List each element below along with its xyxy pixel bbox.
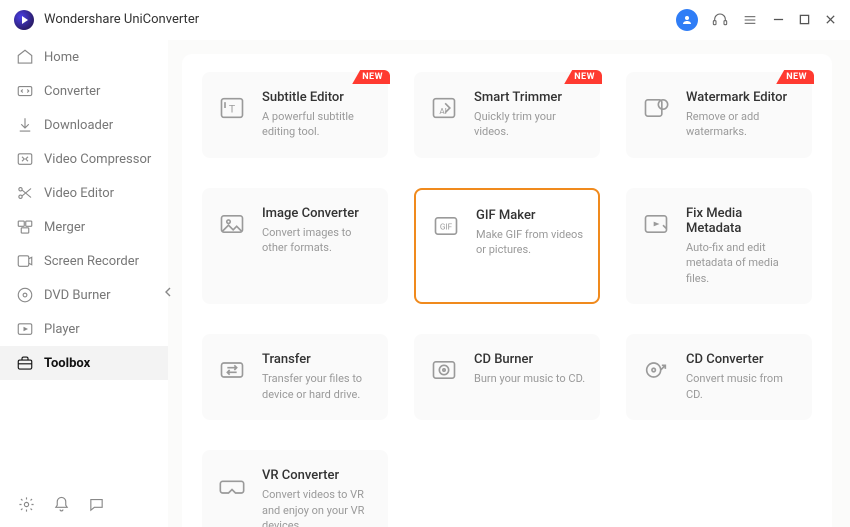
disc-icon [16,286,34,304]
trimmer-icon: AI [428,92,460,124]
sidebar-item-label: Toolbox [44,356,90,371]
toolbox-card-transfer[interactable]: Transfer Transfer your files to device o… [202,334,388,420]
sidebar-collapse-handle[interactable] [162,280,174,304]
card-desc: Quickly trim your videos. [474,109,586,140]
card-desc: Transfer your files to device or hard dr… [262,371,374,402]
sidebar-item-label: Screen Recorder [44,254,139,269]
player-icon [16,320,34,338]
titlebar: Wondershare UniConverter [0,0,850,40]
sidebar-item-converter[interactable]: Converter [0,74,168,108]
toolbox-panel: NEW T Subtitle Editor A powerful subtitl… [182,54,832,527]
sidebar-item-merger[interactable]: Merger [0,210,168,244]
maximize-button[interactable] [798,14,810,26]
sidebar-item-label: Merger [44,220,85,235]
toolbox-card-subtitle-editor[interactable]: NEW T Subtitle Editor A powerful subtitl… [202,72,388,158]
image-icon [216,208,248,240]
card-desc: Convert music from CD. [686,371,798,402]
card-desc: Make GIF from videos or pictures. [476,227,584,258]
app-title: Wondershare UniConverter [44,12,199,27]
sidebar-item-toolbox[interactable]: Toolbox [0,346,168,380]
cdconverter-icon [640,354,672,386]
vr-icon [216,470,248,502]
toolbox-card-gif-maker[interactable]: GIF GIF Maker Make GIF from videos or pi… [414,188,600,304]
toolbox-card-cd-converter[interactable]: CD Converter Convert music from CD. [626,334,812,420]
sidebar-item-player[interactable]: Player [0,312,168,346]
svg-text:GIF: GIF [440,222,453,232]
card-title: GIF Maker [476,208,584,223]
card-title: Transfer [262,352,374,367]
card-desc: Convert images to other formats. [262,225,374,256]
card-desc: A powerful subtitle editing tool. [262,109,374,140]
sidebar-item-label: Player [44,322,80,337]
toolbox-card-vr-converter[interactable]: VR Converter Convert videos to VR and en… [202,450,388,527]
settings-icon[interactable] [18,496,35,513]
watermark-icon [640,92,672,124]
toolbox-card-watermark-editor[interactable]: NEW Watermark Editor Remove or add water… [626,72,812,158]
sidebar-item-home[interactable]: Home [0,40,168,74]
sidebar-item-label: Converter [44,84,100,99]
app-logo-icon [14,10,34,30]
subtitle-icon: T [216,92,248,124]
sidebar-item-label: Home [44,50,79,65]
svg-text:AI: AI [439,106,447,116]
card-title: CD Burner [474,352,586,367]
card-title: Watermark Editor [686,90,798,105]
card-title: Smart Trimmer [474,90,586,105]
merger-icon [16,218,34,236]
sidebar: Home Converter Downloader Video Compressor V… [0,40,168,527]
cdburner-icon [428,354,460,386]
sidebar-footer [0,482,168,527]
transfer-icon [216,354,248,386]
sidebar-item-label: DVD Burner [44,288,111,303]
converter-icon [16,82,34,100]
card-title: Image Converter [262,206,374,221]
toolbox-card-smart-trimmer[interactable]: NEW AI Smart Trimmer Quickly trim your v… [414,72,600,158]
new-badge: NEW [352,70,390,84]
gif-icon: GIF [430,210,462,242]
compressor-icon [16,150,34,168]
toolbox-card-fix-media-metadata[interactable]: Fix Media Metadata Auto-fix and edit met… [626,188,812,304]
sidebar-item-screen-recorder[interactable]: Screen Recorder [0,244,168,278]
sidebar-item-video-compressor[interactable]: Video Compressor [0,142,168,176]
card-title: CD Converter [686,352,798,367]
toolbox-grid: NEW T Subtitle Editor A powerful subtitl… [202,72,812,527]
minimize-button[interactable] [772,14,784,26]
card-title: Subtitle Editor [262,90,374,105]
content-area: NEW T Subtitle Editor A powerful subtitl… [168,40,850,527]
sidebar-item-label: Video Compressor [44,152,151,167]
toolbox-card-image-converter[interactable]: Image Converter Convert images to other … [202,188,388,304]
hamburger-menu-icon[interactable] [742,12,758,28]
new-badge: NEW [776,70,814,84]
recorder-icon [16,252,34,270]
sidebar-item-dvd-burner[interactable]: DVD Burner [0,278,168,312]
sidebar-item-label: Downloader [44,118,113,133]
sidebar-item-label: Video Editor [44,186,114,201]
downloader-icon [16,116,34,134]
new-badge: NEW [564,70,602,84]
close-button[interactable] [824,14,836,26]
sidebar-item-downloader[interactable]: Downloader [0,108,168,142]
bell-icon[interactable] [53,496,70,513]
card-desc: Auto-fix and edit metadata of media file… [686,240,798,286]
svg-text:T: T [229,103,236,116]
chat-icon[interactable] [88,496,105,513]
card-title: VR Converter [262,468,374,483]
toolbox-card-cd-burner[interactable]: CD Burner Burn your music to CD. [414,334,600,420]
card-desc: Burn your music to CD. [474,371,586,386]
card-title: Fix Media Metadata [686,206,798,236]
user-avatar-icon[interactable] [676,9,698,31]
home-icon [16,48,34,66]
toolbox-icon [16,354,34,372]
card-desc: Remove or add watermarks. [686,109,798,140]
sidebar-item-video-editor[interactable]: Video Editor [0,176,168,210]
support-headset-icon[interactable] [712,12,728,28]
metadata-icon [640,208,672,240]
card-desc: Convert videos to VR and enjoy on your V… [262,487,374,527]
scissors-icon [16,184,34,202]
